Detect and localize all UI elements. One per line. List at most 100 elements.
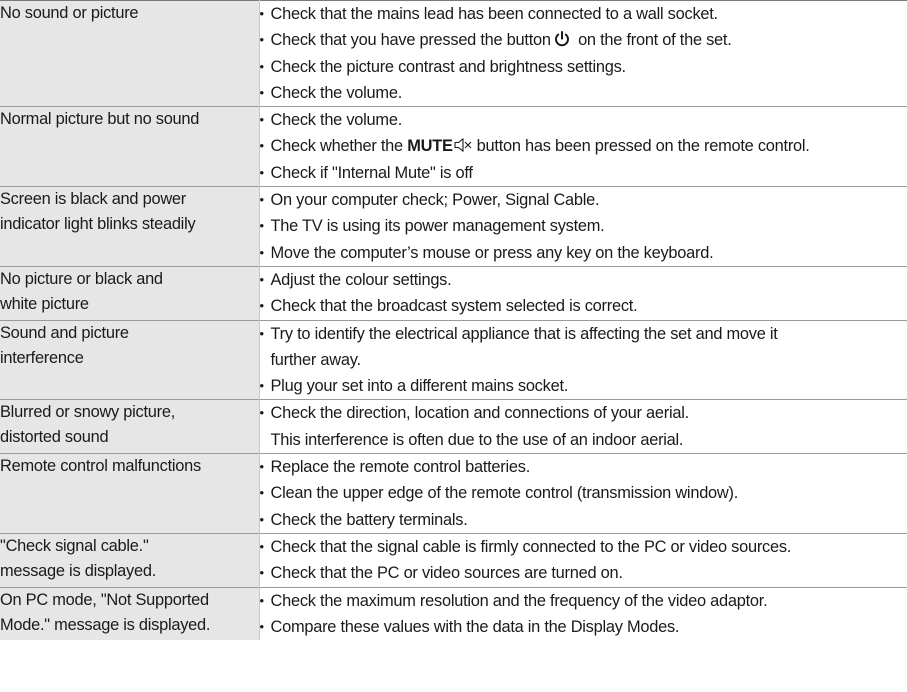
symptom-text: Blurred or snowy picture, — [0, 403, 176, 422]
table-row: Normal picture but no sound • Check the vo… — [0, 106, 907, 187]
action-item: •further away. — [260, 347, 907, 373]
action-text: Check if "Internal Mute" is off — [270, 163, 473, 182]
action-item: • Check the volume. — [260, 80, 907, 106]
bullet-icon: • — [259, 138, 265, 154]
symptom-cell: Blurred or snowy picture, distorted sound — [0, 399, 260, 454]
bullet-icon: • — [259, 618, 265, 634]
table-body: No sound or picture • Check that the mains… — [0, 0, 907, 641]
action-text: On your computer check; Power, Signal Ca… — [270, 191, 600, 210]
mute-label: MUTE — [407, 137, 453, 156]
action-item: • Check that the mains lead has been conn… — [260, 1, 907, 27]
bullet-icon: • — [259, 405, 265, 421]
action-text: Check that the signal cable is firmly co… — [270, 537, 792, 556]
action-text: Check that the mains lead has been conne… — [270, 5, 719, 23]
mute-icon — [454, 135, 472, 153]
action-item: • Check the maximum resolution and the fr… — [260, 588, 907, 614]
action-item: • Check that the signal cable is firmly c… — [260, 534, 907, 560]
symptom-cell: "Check signal cable." message is displaye… — [0, 533, 260, 588]
power-icon — [554, 29, 570, 47]
bullet-icon: • — [259, 164, 265, 180]
action-item: •This interference is often due to the u… — [260, 427, 907, 453]
bullet-icon: • — [259, 218, 265, 234]
symptom-text: No picture or black and — [0, 269, 163, 288]
symptom-text: Mode." message is displayed. — [0, 615, 211, 634]
table-row: No sound or picture • Check that the mains… — [0, 0, 907, 107]
bullet-icon: • — [259, 592, 265, 608]
actions-cell: • Check that the signal cable is firmly c… — [259, 533, 907, 588]
action-item: • Check that you have pressed the button … — [260, 27, 907, 53]
symptom-cell: On PC mode, "Not Supported Mode." message… — [0, 587, 260, 641]
symptom-text: Screen is black and power — [0, 190, 186, 209]
symptom-text: indicator light blinks steadily — [0, 215, 196, 234]
action-text: Adjust the colour settings. — [270, 270, 452, 289]
action-text: Clean the upper edge of the remote contr… — [270, 484, 739, 503]
actions-cell: • Check the volume. • Check whether the MUT… — [259, 106, 907, 187]
action-text: Check the volume. — [270, 83, 403, 102]
action-item: • Move the computer’s mouse or press any … — [260, 240, 907, 266]
action-text: This interference is often due to the us… — [270, 430, 684, 449]
action-item: • On your computer check; Power, Signal C… — [260, 187, 907, 213]
action-item: • Check the volume. — [260, 107, 907, 133]
symptom-cell: Sound and picture interference — [0, 320, 260, 400]
bullet-icon: • — [259, 112, 265, 128]
symptom-text: message is displayed. — [0, 561, 157, 580]
action-item: • Check that the broadcast system selecte… — [260, 293, 907, 319]
actions-cell: • On your computer check; Power, Signal C… — [259, 186, 907, 267]
symptom-cell: Screen is black and power indicator light… — [0, 186, 260, 267]
symptom-text: white picture — [0, 294, 89, 313]
symptom-text: distorted sound — [0, 428, 109, 447]
actions-cell: • Replace the remote control batteries. • C… — [259, 453, 907, 534]
symptom-text: "Check signal cable." — [0, 536, 149, 555]
symptom-text: No sound or picture — [0, 4, 139, 22]
symptom-cell: Normal picture but no sound — [0, 106, 260, 187]
action-item: • Check if "Internal Mute" is off — [260, 160, 907, 186]
actions-cell: • Check the direction, location and conne… — [259, 399, 907, 454]
symptom-cell: Remote control malfunctions — [0, 453, 260, 534]
action-item: • Check that the PC or video sources are … — [260, 560, 907, 586]
symptom-text: Sound and picture — [0, 323, 129, 342]
symptom-cell: No sound or picture — [0, 0, 260, 107]
action-item: • The TV is using its power management sy… — [260, 213, 907, 239]
action-text: Check the maximum resolution and the fre… — [270, 591, 768, 610]
action-item: • Replace the remote control batteries. — [260, 454, 907, 480]
action-item: • Check the battery terminals. — [260, 507, 907, 533]
bullet-icon: • — [259, 459, 265, 475]
action-text: Check that the broadcast system selected… — [270, 297, 638, 316]
table-row: Screen is black and power indicator light… — [0, 186, 907, 267]
action-text: Check the direction, location and connec… — [270, 404, 690, 423]
troubleshooting-table: No sound or picture • Check that the mains… — [0, 0, 907, 641]
action-item: • Check the direction, location and conne… — [260, 400, 907, 426]
action-item: • Compare these values with the data in t… — [260, 614, 907, 640]
action-text: Check that the PC or video sources are t… — [270, 564, 623, 583]
table-row: Sound and picture interference • Try to ide… — [0, 320, 907, 400]
action-item: • Try to identify the electrical applianc… — [260, 321, 907, 347]
actions-cell: • Check that the mains lead has been conn… — [259, 0, 907, 107]
actions-cell: • Check the maximum resolution and the fr… — [259, 587, 907, 641]
action-text: further away. — [270, 350, 362, 369]
action-text-post: on the front of the set. — [573, 31, 732, 50]
actions-cell: • Try to identify the electrical applianc… — [259, 320, 907, 400]
action-text: Check the picture contrast and brightnes… — [270, 57, 627, 76]
bullet-icon: • — [259, 538, 265, 554]
table-row: "Check signal cable." message is displaye… — [0, 533, 907, 588]
action-text-pre: Check that you have pressed the button — [270, 31, 552, 50]
bullet-icon: • — [259, 6, 265, 21]
action-item: • Adjust the colour settings. — [260, 267, 907, 293]
action-text: Compare these values with the data in th… — [270, 617, 680, 636]
action-text: Move the computer’s mouse or press any k… — [270, 243, 714, 262]
symptom-text: On PC mode, "Not Supported — [0, 590, 209, 609]
action-item: • Plug your set into a different mains so… — [260, 373, 907, 399]
action-text: The TV is using its power management sys… — [270, 217, 605, 236]
action-item: • Check the picture contrast and brightne… — [260, 54, 907, 80]
table-row: Remote control malfunctions • Replace the … — [0, 453, 907, 534]
symptom-text: Normal picture but no sound — [0, 110, 200, 129]
bullet-icon: • — [259, 378, 265, 394]
action-text-post: button has been pressed on the remote co… — [476, 137, 810, 156]
bullet-icon: • — [259, 271, 265, 287]
action-text: Plug your set into a different mains soc… — [270, 377, 569, 396]
action-text: Try to identify the electrical appliance… — [270, 324, 778, 343]
action-item: • Clean the upper edge of the remote cont… — [260, 480, 907, 506]
bullet-icon: • — [259, 485, 265, 501]
symptom-cell: No picture or black and white picture — [0, 266, 260, 321]
action-text: Check that you have pressed the button o… — [271, 27, 732, 53]
